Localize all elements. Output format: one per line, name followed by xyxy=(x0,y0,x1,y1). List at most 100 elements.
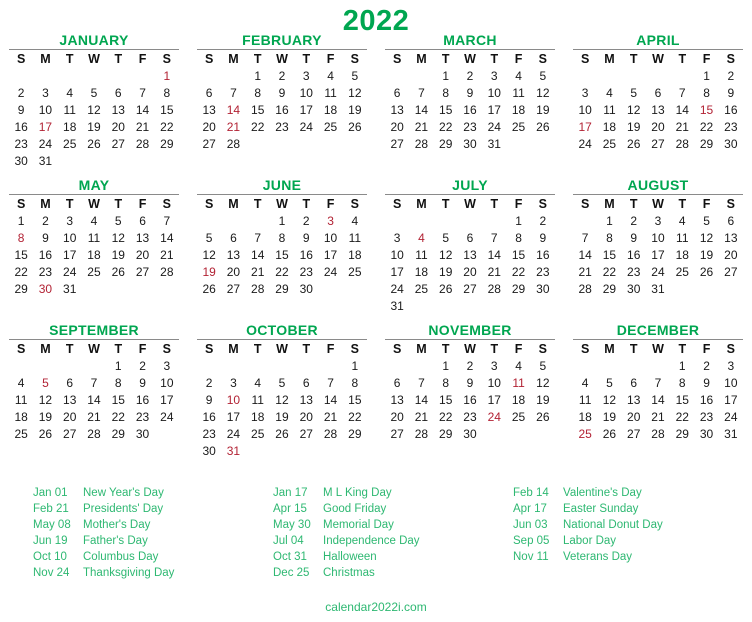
day-cell[interactable]: 14 xyxy=(82,392,106,409)
day-cell[interactable]: 18 xyxy=(506,102,530,119)
day-cell[interactable]: 15 xyxy=(246,102,270,119)
day-cell[interactable]: 8 xyxy=(246,85,270,102)
day-cell[interactable]: 13 xyxy=(294,392,318,409)
day-cell[interactable]: 27 xyxy=(646,136,670,153)
day-cell[interactable]: 29 xyxy=(694,136,718,153)
day-cell[interactable]: 30 xyxy=(458,426,482,443)
day-cell[interactable]: 9 xyxy=(694,375,718,392)
day-cell[interactable]: 26 xyxy=(106,264,130,281)
day-cell[interactable]: 27 xyxy=(58,426,82,443)
day-cell[interactable]: 24 xyxy=(294,119,318,136)
day-cell[interactable]: 29 xyxy=(434,136,458,153)
day-cell[interactable]: 19 xyxy=(434,264,458,281)
day-cell[interactable]: 17 xyxy=(294,102,318,119)
day-cell[interactable]: 4 xyxy=(597,85,621,102)
day-cell[interactable]: 27 xyxy=(197,136,221,153)
day-cell[interactable]: 28 xyxy=(409,426,433,443)
day-cell[interactable]: 26 xyxy=(270,426,294,443)
day-cell[interactable]: 16 xyxy=(458,102,482,119)
day-cell[interactable]: 31 xyxy=(58,281,82,298)
day-cell[interactable]: 4 xyxy=(246,375,270,392)
day-cell[interactable]: 14 xyxy=(646,392,670,409)
day-cell[interactable]: 2 xyxy=(694,358,718,375)
day-cell[interactable]: 12 xyxy=(597,392,621,409)
day-cell[interactable]: 6 xyxy=(458,230,482,247)
day-cell[interactable]: 23 xyxy=(197,426,221,443)
day-cell[interactable]: 20 xyxy=(385,119,409,136)
day-cell[interactable]: 17 xyxy=(482,102,506,119)
day-cell[interactable]: 15 xyxy=(670,392,694,409)
day-cell[interactable]: 23 xyxy=(531,264,555,281)
day-cell[interactable]: 18 xyxy=(9,409,33,426)
day-cell[interactable]: 16 xyxy=(33,247,57,264)
day-cell[interactable]: 23 xyxy=(294,264,318,281)
day-cell[interactable]: 7 xyxy=(246,230,270,247)
day-cell[interactable]: 24 xyxy=(58,264,82,281)
day-cell[interactable]: 2 xyxy=(130,358,154,375)
day-cell[interactable]: 13 xyxy=(106,102,130,119)
day-cell[interactable]: 3 xyxy=(385,230,409,247)
day-cell[interactable]: 9 xyxy=(458,85,482,102)
day-cell[interactable]: 26 xyxy=(531,119,555,136)
day-cell[interactable]: 29 xyxy=(434,426,458,443)
day-cell[interactable]: 23 xyxy=(130,409,154,426)
day-cell-holiday[interactable]: 4 xyxy=(409,230,433,247)
day-cell[interactable]: 29 xyxy=(343,426,367,443)
day-cell[interactable]: 11 xyxy=(597,102,621,119)
day-cell[interactable]: 29 xyxy=(155,136,179,153)
day-cell[interactable]: 27 xyxy=(385,136,409,153)
day-cell[interactable]: 6 xyxy=(221,230,245,247)
day-cell[interactable]: 11 xyxy=(670,230,694,247)
day-cell[interactable]: 3 xyxy=(294,68,318,85)
day-cell[interactable]: 18 xyxy=(58,119,82,136)
day-cell[interactable]: 8 xyxy=(106,375,130,392)
day-cell[interactable]: 22 xyxy=(434,409,458,426)
day-cell[interactable]: 17 xyxy=(221,409,245,426)
day-cell[interactable]: 29 xyxy=(506,281,530,298)
day-cell[interactable]: 18 xyxy=(318,102,342,119)
day-cell[interactable]: 21 xyxy=(409,409,433,426)
day-cell[interactable]: 18 xyxy=(246,409,270,426)
day-cell[interactable]: 30 xyxy=(130,426,154,443)
day-cell[interactable]: 2 xyxy=(719,68,743,85)
day-cell[interactable]: 12 xyxy=(343,85,367,102)
day-cell[interactable]: 17 xyxy=(58,247,82,264)
day-cell[interactable]: 15 xyxy=(270,247,294,264)
day-cell[interactable]: 13 xyxy=(385,392,409,409)
day-cell[interactable]: 8 xyxy=(597,230,621,247)
day-cell[interactable]: 15 xyxy=(597,247,621,264)
day-cell[interactable]: 21 xyxy=(155,247,179,264)
day-cell[interactable]: 21 xyxy=(82,409,106,426)
day-cell[interactable]: 25 xyxy=(246,426,270,443)
day-cell[interactable]: 8 xyxy=(694,85,718,102)
day-cell[interactable]: 10 xyxy=(573,102,597,119)
day-cell[interactable]: 3 xyxy=(719,358,743,375)
day-cell[interactable]: 25 xyxy=(318,119,342,136)
day-cell[interactable]: 9 xyxy=(622,230,646,247)
day-cell[interactable]: 21 xyxy=(670,119,694,136)
day-cell[interactable]: 8 xyxy=(343,375,367,392)
day-cell[interactable]: 8 xyxy=(670,375,694,392)
day-cell[interactable]: 13 xyxy=(385,102,409,119)
day-cell[interactable]: 12 xyxy=(531,85,555,102)
day-cell[interactable]: 23 xyxy=(33,264,57,281)
day-cell[interactable]: 11 xyxy=(82,230,106,247)
day-cell[interactable]: 8 xyxy=(434,375,458,392)
day-cell[interactable]: 22 xyxy=(597,264,621,281)
day-cell[interactable]: 25 xyxy=(58,136,82,153)
day-cell[interactable]: 31 xyxy=(33,153,57,170)
day-cell[interactable]: 23 xyxy=(458,409,482,426)
day-cell[interactable]: 27 xyxy=(458,281,482,298)
day-cell[interactable]: 8 xyxy=(155,85,179,102)
day-cell[interactable]: 24 xyxy=(385,281,409,298)
day-cell[interactable]: 22 xyxy=(155,119,179,136)
day-cell[interactable]: 3 xyxy=(573,85,597,102)
day-cell[interactable]: 4 xyxy=(58,85,82,102)
day-cell-holiday[interactable]: 19 xyxy=(197,264,221,281)
day-cell[interactable]: 16 xyxy=(197,409,221,426)
day-cell[interactable]: 4 xyxy=(506,68,530,85)
day-cell[interactable]: 14 xyxy=(155,230,179,247)
day-cell[interactable]: 16 xyxy=(130,392,154,409)
day-cell[interactable]: 9 xyxy=(531,230,555,247)
day-cell[interactable]: 15 xyxy=(434,102,458,119)
